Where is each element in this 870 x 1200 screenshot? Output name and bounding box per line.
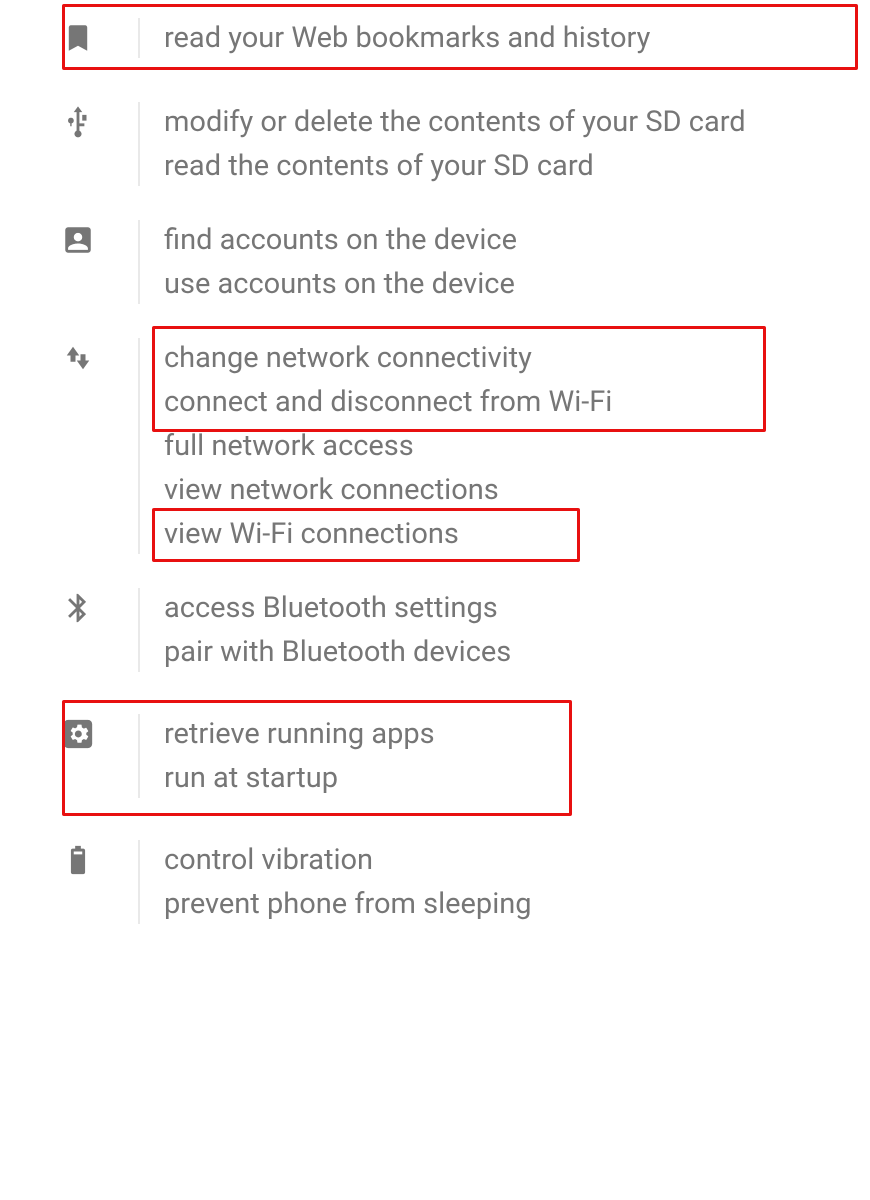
permission-item: connect and disconnect from Wi-Fi [164,380,804,424]
usb-icon [60,104,96,140]
permission-item: pair with Bluetooth devices [164,630,804,674]
permission-item: find accounts on the device [164,218,804,262]
bookmark-icon [60,20,96,56]
divider [138,18,140,58]
permission-item: full network access [164,424,804,468]
divider [138,102,140,186]
person-box-icon [60,222,96,258]
permission-item: modify or delete the contents of your SD… [164,100,804,144]
permission-group-bluetooth[interactable]: access Bluetooth settings pair with Blue… [18,586,852,674]
permission-group-accounts[interactable]: find accounts on the device use accounts… [18,218,852,306]
permission-item: access Bluetooth settings [164,586,804,630]
divider [138,714,140,798]
permission-item: control vibration [164,838,804,882]
permission-item: read your Web bookmarks and history [164,16,804,60]
permission-item: view Wi-Fi connections [164,512,804,556]
divider [138,588,140,672]
network-icon [60,340,96,376]
divider [138,220,140,304]
settings-icon [60,716,96,752]
divider [138,840,140,924]
permission-item: use accounts on the device [164,262,804,306]
permission-item: prevent phone from sleeping [164,882,804,926]
permission-group-bookmarks[interactable]: read your Web bookmarks and history [18,0,852,70]
permission-group-system[interactable]: retrieve running apps run at startup [18,704,852,808]
divider [138,338,140,554]
permission-item: view network connections [164,468,804,512]
permission-group-storage[interactable]: modify or delete the contents of your SD… [18,100,852,188]
permissions-list: read your Web bookmarks and history modi… [0,0,870,966]
permission-group-network[interactable]: change network connectivity connect and … [18,336,852,556]
battery-icon [60,842,96,878]
permission-item: run at startup [164,756,804,800]
permission-group-battery[interactable]: control vibration prevent phone from sle… [18,838,852,926]
permission-item: retrieve running apps [164,712,804,756]
permission-item: change network connectivity [164,336,804,380]
permission-item: read the contents of your SD card [164,144,804,188]
bluetooth-icon [60,590,96,626]
